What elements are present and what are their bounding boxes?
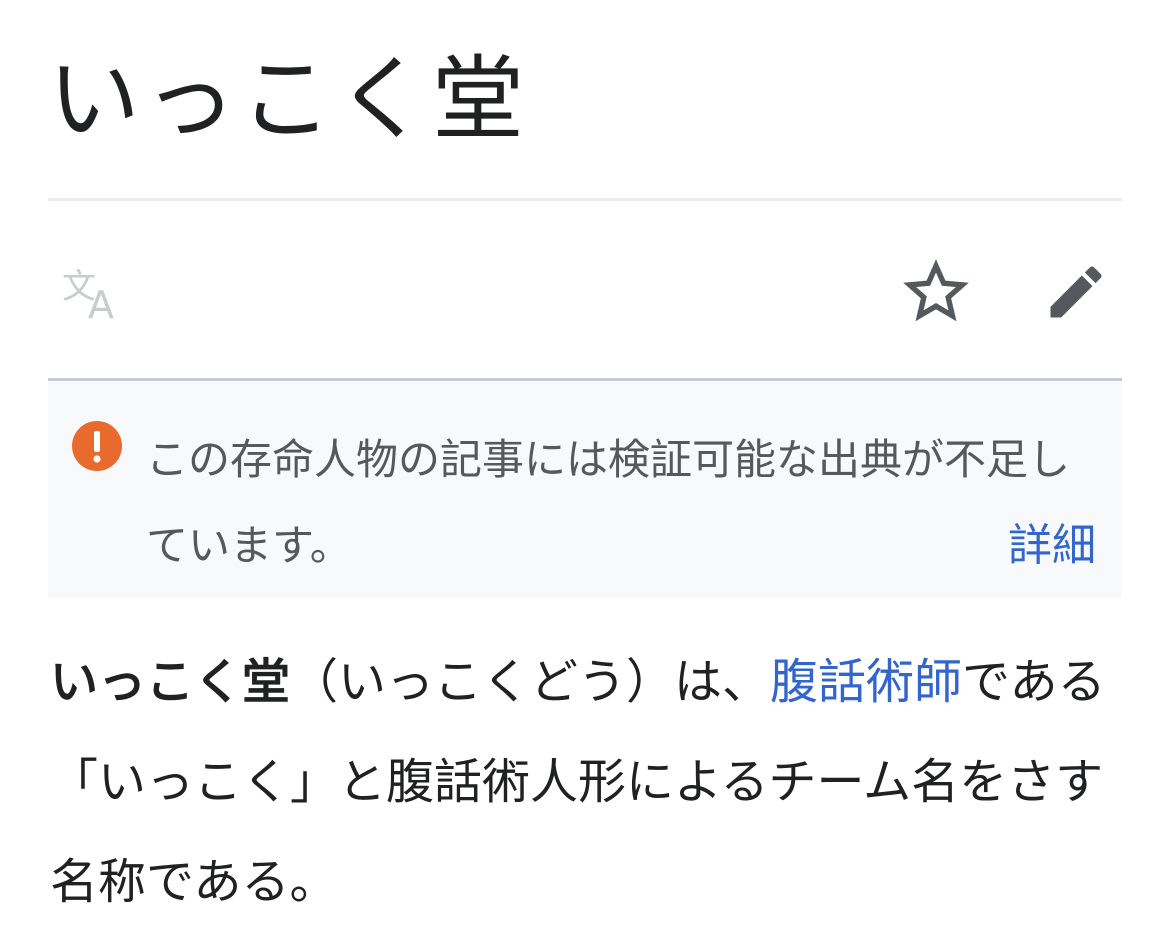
ventriloquist-link[interactable]: 腹話術師 — [770, 654, 962, 710]
watch-star-button[interactable] — [902, 258, 970, 326]
notice-message: この存命人物の記事には検証可能な出典が不足しています。 — [146, 435, 1071, 570]
reading-text: （いっこくどう）は、 — [290, 654, 771, 710]
page-actions-toolbar: 文 A — [48, 240, 1122, 350]
subject-name: いっこく堂 — [50, 654, 291, 710]
issue-notice-box: この存命人物の記事には検証可能な出典が不足しています。 詳細 — [48, 381, 1122, 598]
svg-text:A: A — [88, 283, 114, 322]
star-icon — [903, 259, 969, 322]
pencil-icon — [1050, 266, 1102, 318]
title-divider — [48, 198, 1122, 201]
edit-button[interactable] — [1042, 258, 1110, 326]
lead-paragraph: いっこく堂（いっこくどう）は、腹話術師である「いっこく」と腹話術人形によるチーム… — [50, 632, 1110, 932]
exclamation-icon — [72, 421, 122, 471]
notice-details-link[interactable]: 詳細 — [1008, 503, 1096, 589]
language-button[interactable]: 文 A — [58, 262, 128, 322]
language-icon: 文 A — [62, 267, 114, 322]
page-title: いっこく堂 — [48, 46, 529, 153]
